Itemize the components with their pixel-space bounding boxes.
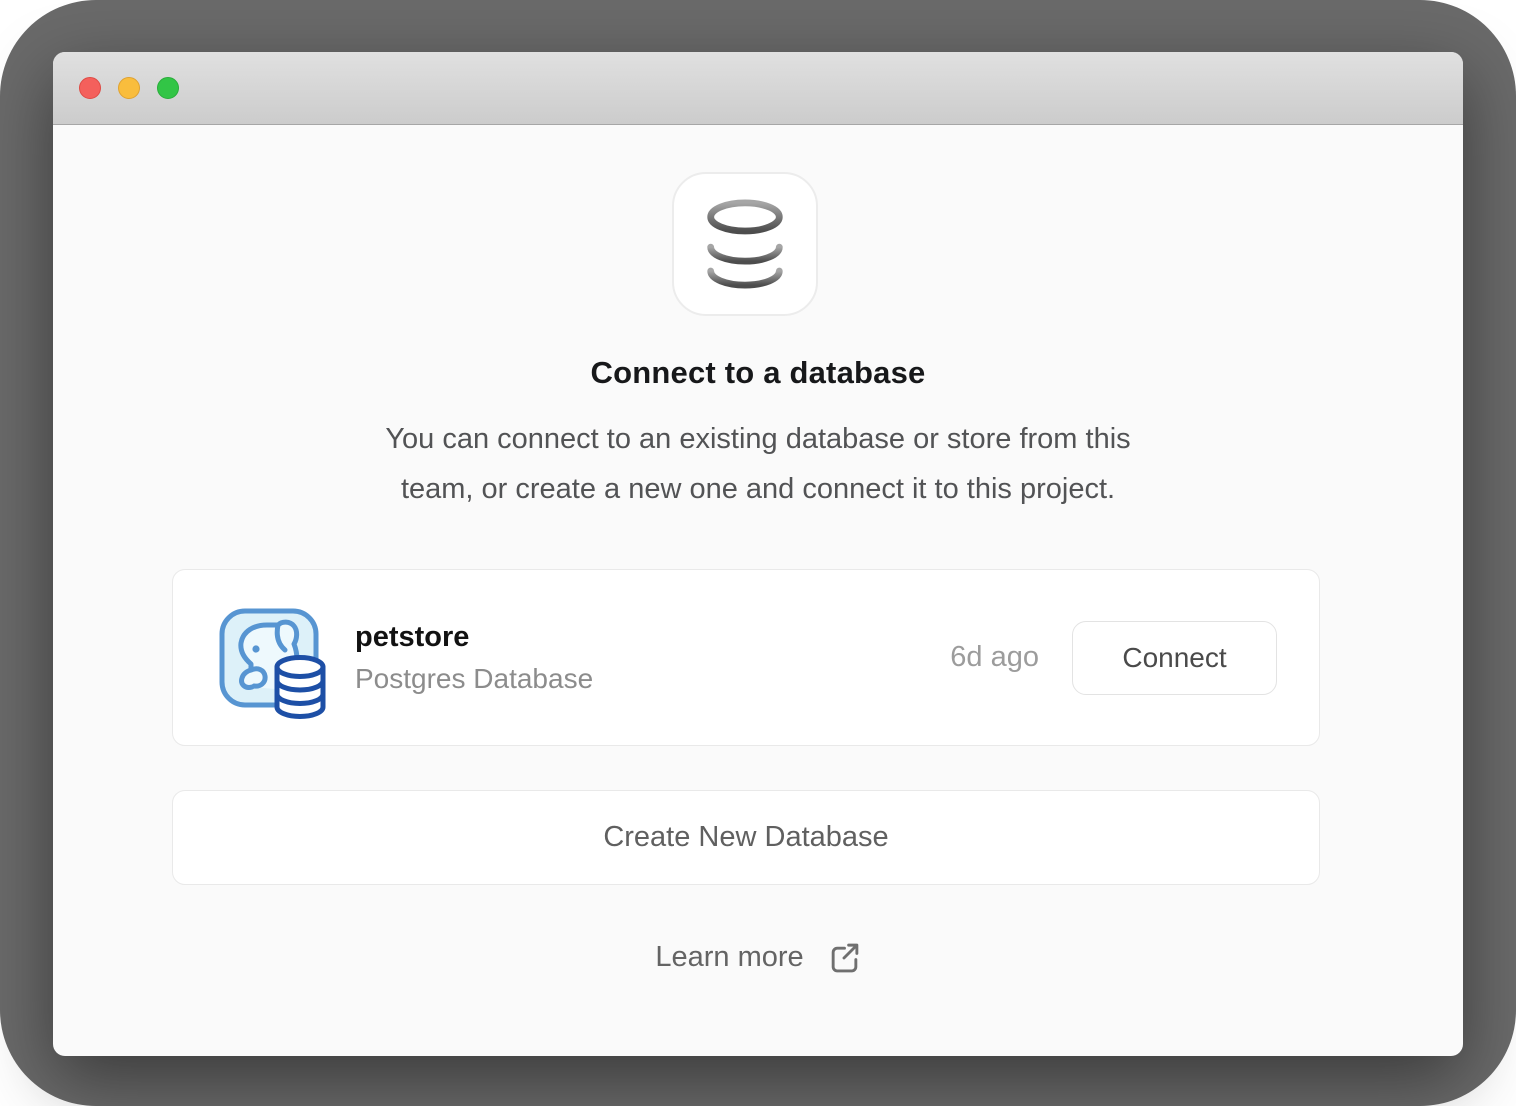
learn-more-label: Learn more [655, 941, 803, 974]
dialog-content: Connect to a database You can connect to… [53, 125, 1463, 1055]
database-list-item: petstore Postgres Database 6d ago Connec… [172, 569, 1320, 746]
window-titlebar [53, 52, 1463, 125]
zoom-window-button[interactable] [157, 77, 179, 99]
dialog-title: Connect to a database [53, 355, 1463, 391]
minimize-window-button[interactable] [118, 77, 140, 99]
close-window-button[interactable] [79, 77, 101, 99]
database-icon [693, 192, 797, 296]
database-type: Postgres Database [355, 663, 593, 695]
create-new-database-button[interactable]: Create New Database [172, 790, 1320, 885]
app-window: Connect to a database You can connect to… [53, 52, 1463, 1056]
learn-more-link[interactable]: Learn more [53, 941, 1463, 974]
database-name: petstore [355, 621, 593, 654]
database-hero-card [672, 172, 818, 316]
database-meta: petstore Postgres Database [355, 621, 593, 695]
screenshot-backdrop: Connect to a database You can connect to… [0, 0, 1516, 1106]
postgres-elephant-icon [219, 608, 319, 708]
database-last-used: 6d ago [950, 641, 1039, 674]
connect-button[interactable]: Connect [1072, 621, 1277, 695]
database-badge-icon [271, 654, 329, 720]
dialog-description: You can connect to an existing database … [53, 414, 1463, 514]
dialog-description-line2: team, or create a new one and connect it… [401, 473, 1115, 505]
dialog-description-line1: You can connect to an existing database … [385, 423, 1130, 455]
external-link-icon [828, 941, 861, 974]
